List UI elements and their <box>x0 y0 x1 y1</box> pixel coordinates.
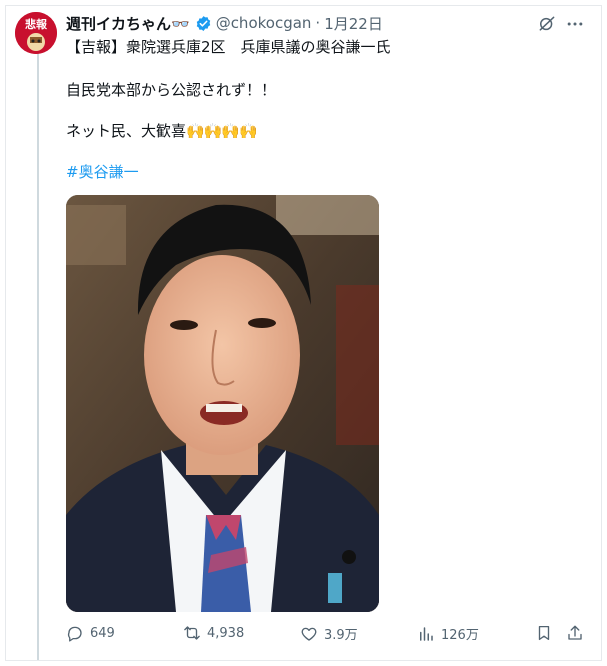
bookmark-button[interactable] <box>535 624 553 642</box>
views-button[interactable]: 126万 <box>417 624 479 643</box>
retweet-count: 4,938 <box>207 625 245 641</box>
tweet-text-line-3: ネット民、大歓喜🙌🙌🙌🙌 <box>66 121 258 141</box>
tweet-photo[interactable] <box>66 195 379 612</box>
author-handle[interactable]: @chokocgan <box>216 14 312 32</box>
more-icon[interactable] <box>565 14 585 34</box>
author-name[interactable]: 週刊イカちゃん👓 <box>66 13 190 34</box>
retweet-icon <box>184 626 200 640</box>
views-icon <box>420 626 433 641</box>
avatar-label: 悲報 <box>25 17 48 31</box>
retweet-button[interactable]: 4,938 <box>183 624 244 642</box>
bookmark-icon <box>538 625 550 641</box>
clap-emoji: 🙌🙌🙌🙌 <box>186 122 258 140</box>
tweet-header: 週刊イカちゃん👓 @chokocgan · 1月22日 <box>66 12 383 34</box>
tweet-date[interactable]: 1月22日 <box>324 13 383 34</box>
thread-line <box>37 52 39 660</box>
like-icon <box>301 627 317 641</box>
avatar[interactable]: 悲報 <box>15 12 57 54</box>
tweet-text-line-3-text: ネット民、大歓喜 <box>66 122 187 140</box>
reply-button[interactable]: 649 <box>66 624 115 642</box>
verified-icon <box>196 15 210 31</box>
like-button[interactable]: 3.9万 <box>300 624 358 643</box>
share-button[interactable] <box>566 624 584 642</box>
tweet-text-line-2: 自民党本部から公認されず！！ <box>66 81 277 99</box>
reply-count: 649 <box>90 625 115 641</box>
hashtag-link[interactable]: #奥谷謙一 <box>66 162 139 182</box>
share-icon <box>568 625 582 640</box>
views-count: 126万 <box>441 628 479 643</box>
tweet-text-line-1: 【吉報】衆院選兵庫2区 兵庫県議の奥谷謙一氏 <box>66 38 391 56</box>
header-separator: · <box>315 14 321 32</box>
reply-icon <box>67 626 82 642</box>
like-count: 3.9万 <box>324 628 358 643</box>
action-bar: 649 4,938 3.9万 126万 <box>0 624 607 646</box>
grok-icon[interactable] <box>537 14 557 34</box>
